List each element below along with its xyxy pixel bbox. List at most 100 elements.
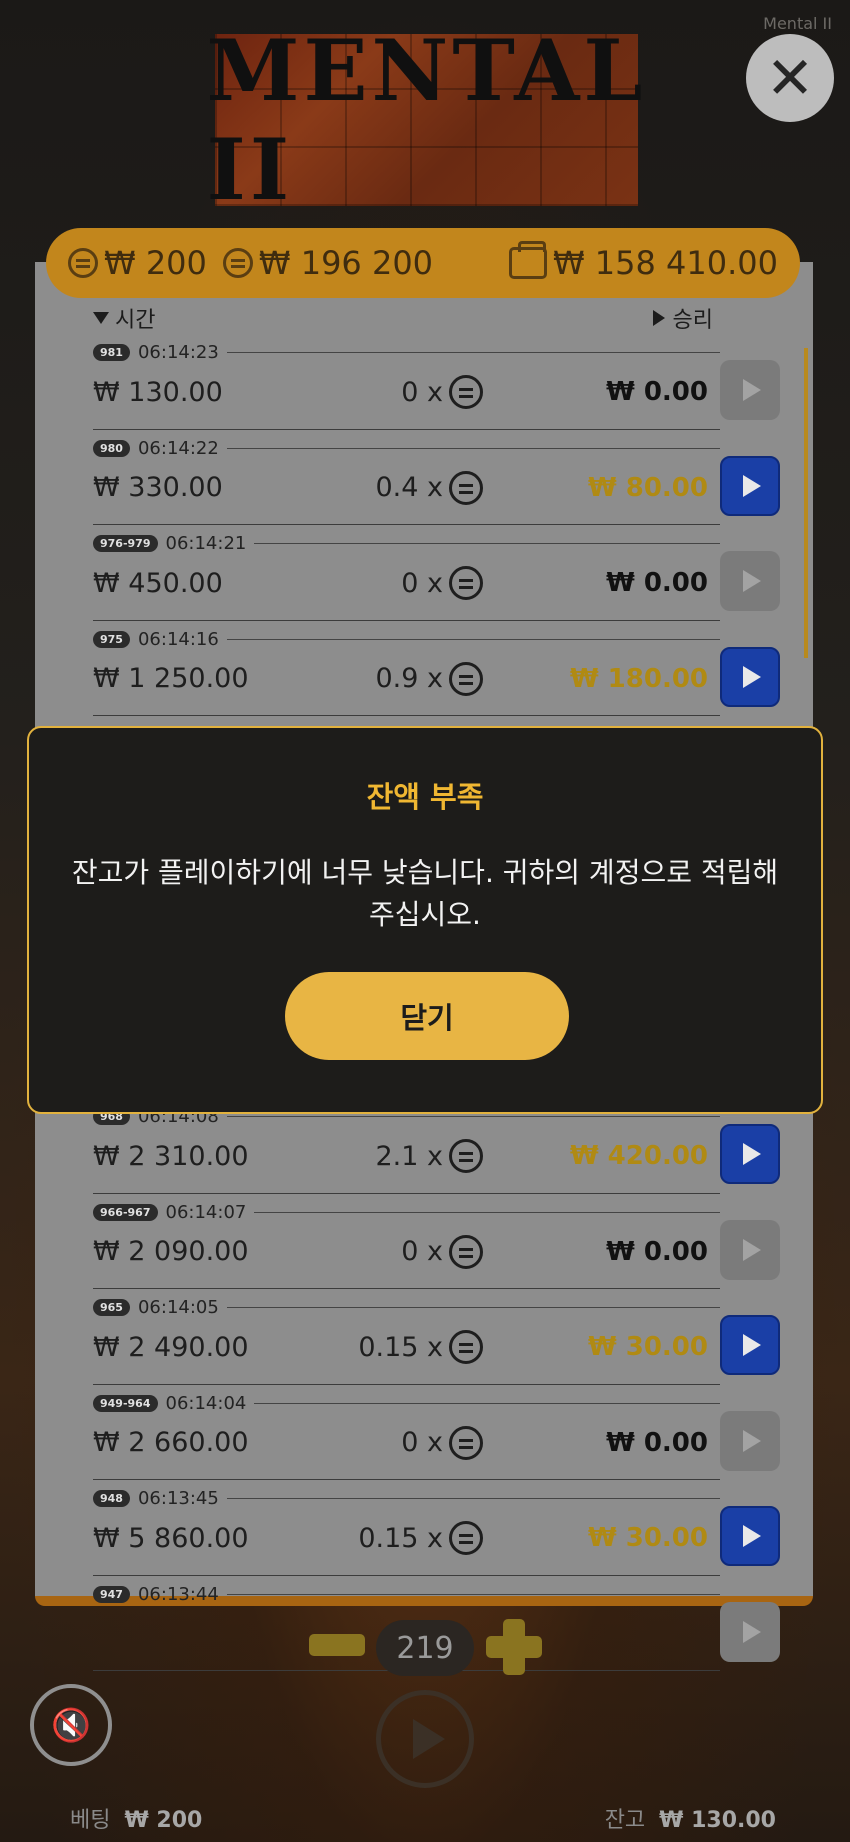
replay-button[interactable] (720, 1219, 780, 1280)
coin-icon (449, 470, 483, 505)
coin-icon (449, 375, 483, 409)
row-meta: 980 06:14:22 (93, 438, 720, 459)
row-meta: 966-967 06:14:07 (93, 1202, 720, 1223)
history-row: 949-964 06:14:04 ₩ 2 660.00 0 x ₩ 0.00 (93, 1385, 780, 1480)
divider (226, 352, 720, 353)
row-values: ₩ 2 310.00 2.1 x ₩ 420.00 (93, 1136, 720, 1176)
coin-icon (449, 1330, 483, 1364)
app-title: Mental II (763, 14, 832, 33)
insufficient-balance-dialog: 잔액 부족 잔고가 플레이하기에 너무 낮습니다. 귀하의 계정으로 적립해 주… (27, 726, 823, 1114)
play-icon (743, 1238, 761, 1261)
footer: 베팅 ₩ 200 잔고 ₩ 130.00 (0, 1802, 850, 1838)
row-multiplier: 0 x (343, 1425, 483, 1460)
row-multiplier: 0.15 x (343, 1521, 483, 1555)
multiplier-text: 2.1 x (375, 1140, 444, 1172)
divider (226, 638, 720, 640)
replay-button[interactable] (720, 1506, 780, 1566)
row-win-amount: ₩ 420.00 (569, 1141, 708, 1171)
row-win-amount: ₩ 0.00 (606, 1236, 708, 1267)
divider (254, 1402, 720, 1404)
footer-bet-value: ₩ 200 (124, 1808, 203, 1833)
row-bet-amount: ₩ 2 310.00 (93, 1140, 249, 1172)
sort-time-header[interactable]: 시간 (93, 302, 155, 334)
decrease-button[interactable] (309, 1634, 365, 1656)
multiplier-text: 0 x (401, 376, 443, 408)
play-button[interactable] (376, 1690, 474, 1788)
multiplier-text: 0.9 x (375, 663, 444, 694)
row-values: ₩ 330.00 0.4 x ₩ 80.00 (93, 468, 720, 508)
row-bet-amount: ₩ 450.00 (93, 567, 223, 599)
row-time: 06:14:05 (137, 1297, 219, 1318)
divider (226, 447, 720, 449)
round-badge: 975 (93, 630, 130, 648)
row-time: 06:14:23 (137, 342, 219, 363)
increase-button[interactable] (486, 1619, 542, 1675)
play-icon (743, 474, 761, 497)
row-meta: 948 06:13:45 (93, 1488, 720, 1509)
footer-balance: 잔고 ₩ 130.00 (605, 1802, 776, 1834)
mute-button[interactable]: 🔇 (30, 1684, 112, 1766)
dialog-title: 잔액 부족 (366, 780, 484, 814)
history-scrollbar[interactable] (804, 348, 808, 658)
divider (226, 1307, 720, 1308)
history-row: 948 06:13:45 ₩ 5 860.00 0.15 x ₩ 30.00 (93, 1480, 780, 1576)
multiplier-text: 0.15 x (358, 1331, 443, 1363)
row-bet-amount: ₩ 2 090.00 (93, 1236, 249, 1267)
footer-bet: 베팅 ₩ 200 (70, 1802, 202, 1834)
row-multiplier: 0 x (343, 1234, 483, 1269)
replay-button[interactable] (720, 1410, 780, 1471)
history-row: 975 06:14:16 ₩ 1 250.00 0.9 x ₩ 180.00 (93, 621, 780, 716)
row-multiplier: 0.4 x (343, 470, 483, 505)
replay-button[interactable] (720, 1315, 780, 1375)
row-win-amount: ₩ 180.00 (569, 663, 708, 694)
replay-button[interactable] (720, 1124, 780, 1184)
history-row: 965 06:14:05 ₩ 2 490.00 0.15 x ₩ 30.00 (93, 1289, 780, 1385)
play-icon (743, 1620, 761, 1643)
row-values: ₩ 2 490.00 0.15 x ₩ 30.00 (93, 1327, 720, 1367)
round-badge: 965 (93, 1299, 130, 1316)
row-win-amount: ₩ 0.00 (606, 377, 708, 407)
replay-button[interactable] (720, 646, 780, 707)
header-win-label: 승리 (672, 308, 713, 333)
replay-button[interactable] (720, 551, 780, 611)
coin-icon (449, 1425, 483, 1460)
row-time: 06:13:44 (137, 1583, 219, 1605)
footer-balance-label: 잔고 (604, 1808, 646, 1833)
replay-button[interactable] (720, 455, 780, 516)
row-meta: 981 06:14:23 (93, 342, 720, 363)
sort-down-icon (93, 312, 109, 324)
row-win-amount: ₩ 30.00 (588, 1332, 708, 1362)
history-row: 981 06:14:23 ₩ 130.00 0 x ₩ 0.00 (93, 334, 780, 430)
close-button[interactable]: ✕ (746, 34, 834, 122)
round-badge: 966-967 (93, 1203, 158, 1221)
row-meta: 976-979 06:14:21 (93, 533, 720, 554)
row-meta: 949-964 06:14:04 (93, 1393, 720, 1414)
play-icon (743, 665, 761, 688)
multiplier-text: 0 x (401, 1236, 443, 1267)
replay-button[interactable] (720, 360, 780, 420)
divider (254, 1211, 720, 1213)
bet-stat: ₩ 200 (68, 244, 207, 282)
multiplier-text: 0.15 x (358, 1522, 443, 1554)
coin-icon (449, 1139, 483, 1173)
replay-button[interactable] (720, 1601, 780, 1662)
divider (226, 1593, 720, 1595)
game-logo: MENTAL II (207, 21, 643, 219)
coin-icon (68, 248, 98, 278)
row-time: 06:13:45 (137, 1488, 219, 1509)
divider (226, 1116, 720, 1117)
row-multiplier: 0 x (343, 566, 483, 600)
row-time: 06:14:21 (165, 533, 247, 554)
row-bet-amount: ₩ 130.00 (93, 376, 223, 408)
coin-icon (222, 248, 253, 278)
play-icon (743, 1334, 761, 1356)
row-multiplier: 0.9 x (343, 661, 483, 696)
round-badge: 981 (93, 344, 130, 361)
round-badge: 949-964 (93, 1394, 158, 1412)
play-icon (743, 570, 761, 592)
row-win-amount: ₩ 80.00 (588, 472, 708, 503)
close-icon: ✕ (765, 44, 815, 112)
play-icon (743, 379, 761, 401)
dialog-close-button[interactable]: 닫기 (285, 972, 569, 1060)
sort-win-header[interactable]: 승리 (652, 302, 713, 334)
